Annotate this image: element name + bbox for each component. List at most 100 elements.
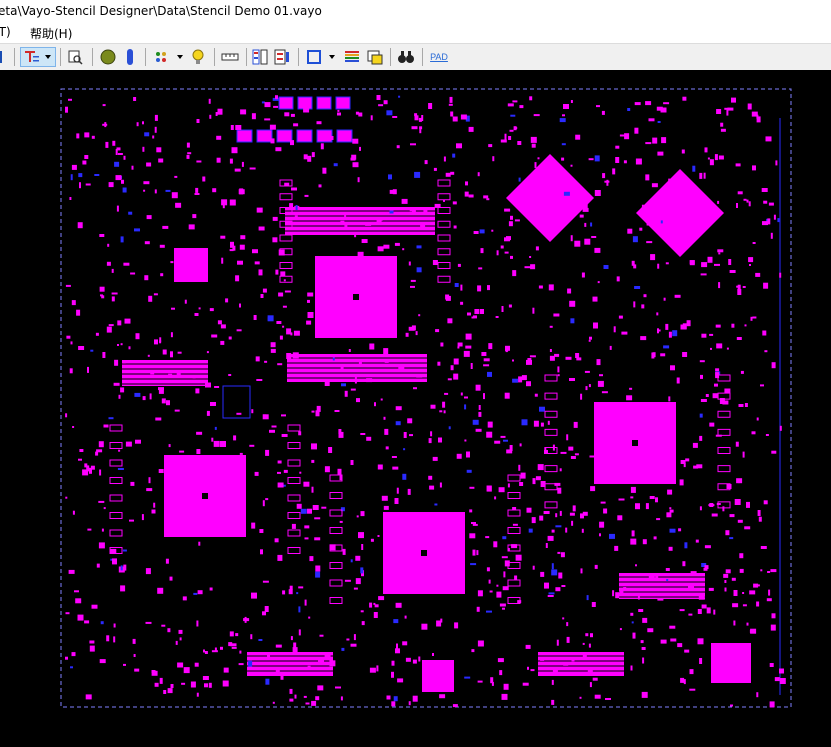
smd-pad xyxy=(580,513,584,519)
smd-pad xyxy=(154,189,157,194)
smd-pad xyxy=(635,158,642,165)
smd-pad xyxy=(395,406,402,411)
smd-pad xyxy=(393,696,398,702)
smd-pad xyxy=(709,159,714,166)
pcb-layout-view[interactable] xyxy=(0,70,831,747)
smd-pad xyxy=(282,305,287,308)
smd-pad xyxy=(714,383,718,387)
smd-pad xyxy=(756,692,759,698)
smd-pad xyxy=(502,607,505,610)
smd-pad xyxy=(239,650,242,654)
zoom-window-button[interactable] xyxy=(66,47,84,67)
smd-pad xyxy=(159,677,163,684)
smd-pad xyxy=(355,578,361,585)
smd-pad xyxy=(143,181,150,185)
smd-pad xyxy=(740,370,744,374)
smd-pad xyxy=(521,190,527,195)
smd-pad xyxy=(304,599,307,606)
measure-button[interactable] xyxy=(220,47,240,67)
smd-pad xyxy=(708,587,714,591)
smd-pad xyxy=(584,222,587,227)
smd-pad xyxy=(134,392,141,397)
smd-pad xyxy=(149,393,152,400)
smd-pad xyxy=(442,401,446,408)
smd-pad xyxy=(360,511,365,517)
smd-pad xyxy=(261,101,265,104)
smd-pad xyxy=(181,682,186,685)
smd-pad xyxy=(746,501,750,508)
smd-pad xyxy=(762,330,767,336)
find-button[interactable] xyxy=(396,47,416,67)
smd-pad xyxy=(184,299,187,304)
smd-pad xyxy=(714,263,720,266)
smd-pad xyxy=(120,387,125,393)
smd-pad xyxy=(472,549,476,556)
smd-pad xyxy=(733,590,738,596)
smd-pad xyxy=(178,629,183,634)
qfp-footprint xyxy=(329,509,343,517)
smd-pad xyxy=(656,106,663,111)
smd-pad xyxy=(435,329,440,333)
smd-pad xyxy=(483,195,489,199)
smd-pad xyxy=(229,249,234,252)
smd-pad xyxy=(161,624,166,627)
smd-pad xyxy=(761,188,768,192)
smd-pad xyxy=(214,386,220,388)
smd-pad xyxy=(183,667,190,674)
component-detail-button[interactable] xyxy=(272,47,292,67)
smd-pad xyxy=(563,661,569,666)
smd-pad xyxy=(96,449,103,453)
outline-dropdown[interactable] xyxy=(304,47,340,67)
smd-pad xyxy=(494,440,501,444)
cursor-tool-button[interactable] xyxy=(0,47,8,67)
smd-pad xyxy=(720,128,726,132)
component-list-button[interactable] xyxy=(250,47,270,67)
smd-pad xyxy=(730,704,733,707)
smd-pad xyxy=(594,155,600,162)
smd-pad xyxy=(716,503,721,505)
smd-pad xyxy=(597,380,604,387)
display-mode-dropdown[interactable] xyxy=(151,47,187,67)
smd-pad xyxy=(670,638,677,642)
component-detail-icon xyxy=(274,49,289,65)
layer-color-button[interactable] xyxy=(342,47,362,67)
smd-pad xyxy=(642,539,647,545)
smd-pad xyxy=(707,256,713,263)
round-pad-button[interactable] xyxy=(98,47,118,67)
smd-pad xyxy=(380,398,383,401)
smd-pad xyxy=(394,498,399,504)
smd-pad xyxy=(464,396,468,399)
text-tool-dropdown[interactable] xyxy=(20,47,56,67)
smd-pad xyxy=(557,374,560,377)
menu-tools[interactable]: (T) xyxy=(0,25,11,39)
oblong-pad-button[interactable] xyxy=(121,47,139,67)
pad-button[interactable]: PAD xyxy=(428,47,450,67)
smd-pad xyxy=(566,434,569,441)
smd-pad xyxy=(481,352,487,356)
smd-pad xyxy=(575,353,580,358)
smd-pad xyxy=(332,357,335,361)
menu-help[interactable]: 帮助(H) xyxy=(30,25,72,42)
smd-pad xyxy=(255,356,260,362)
image-button[interactable] xyxy=(365,47,385,67)
smd-pad xyxy=(529,96,533,101)
smd-pad xyxy=(123,262,130,266)
smd-pad xyxy=(136,122,139,127)
smd-pad xyxy=(716,343,723,349)
smd-pad xyxy=(411,126,418,130)
smd-pad xyxy=(626,395,633,401)
smd-pad xyxy=(154,126,157,133)
smd-pad xyxy=(113,623,116,628)
smd-pad xyxy=(682,561,686,567)
highlight-button[interactable] xyxy=(188,47,208,67)
smd-pad xyxy=(567,288,572,294)
smd-pad xyxy=(665,323,669,330)
smd-pad xyxy=(405,657,411,662)
smd-pad xyxy=(303,481,310,487)
smd-pad xyxy=(466,469,472,473)
smd-pad xyxy=(408,261,411,266)
smd-pad xyxy=(306,320,312,325)
smd-pad xyxy=(202,176,206,182)
stencil-canvas[interactable] xyxy=(0,70,831,747)
smd-pad xyxy=(510,114,516,117)
